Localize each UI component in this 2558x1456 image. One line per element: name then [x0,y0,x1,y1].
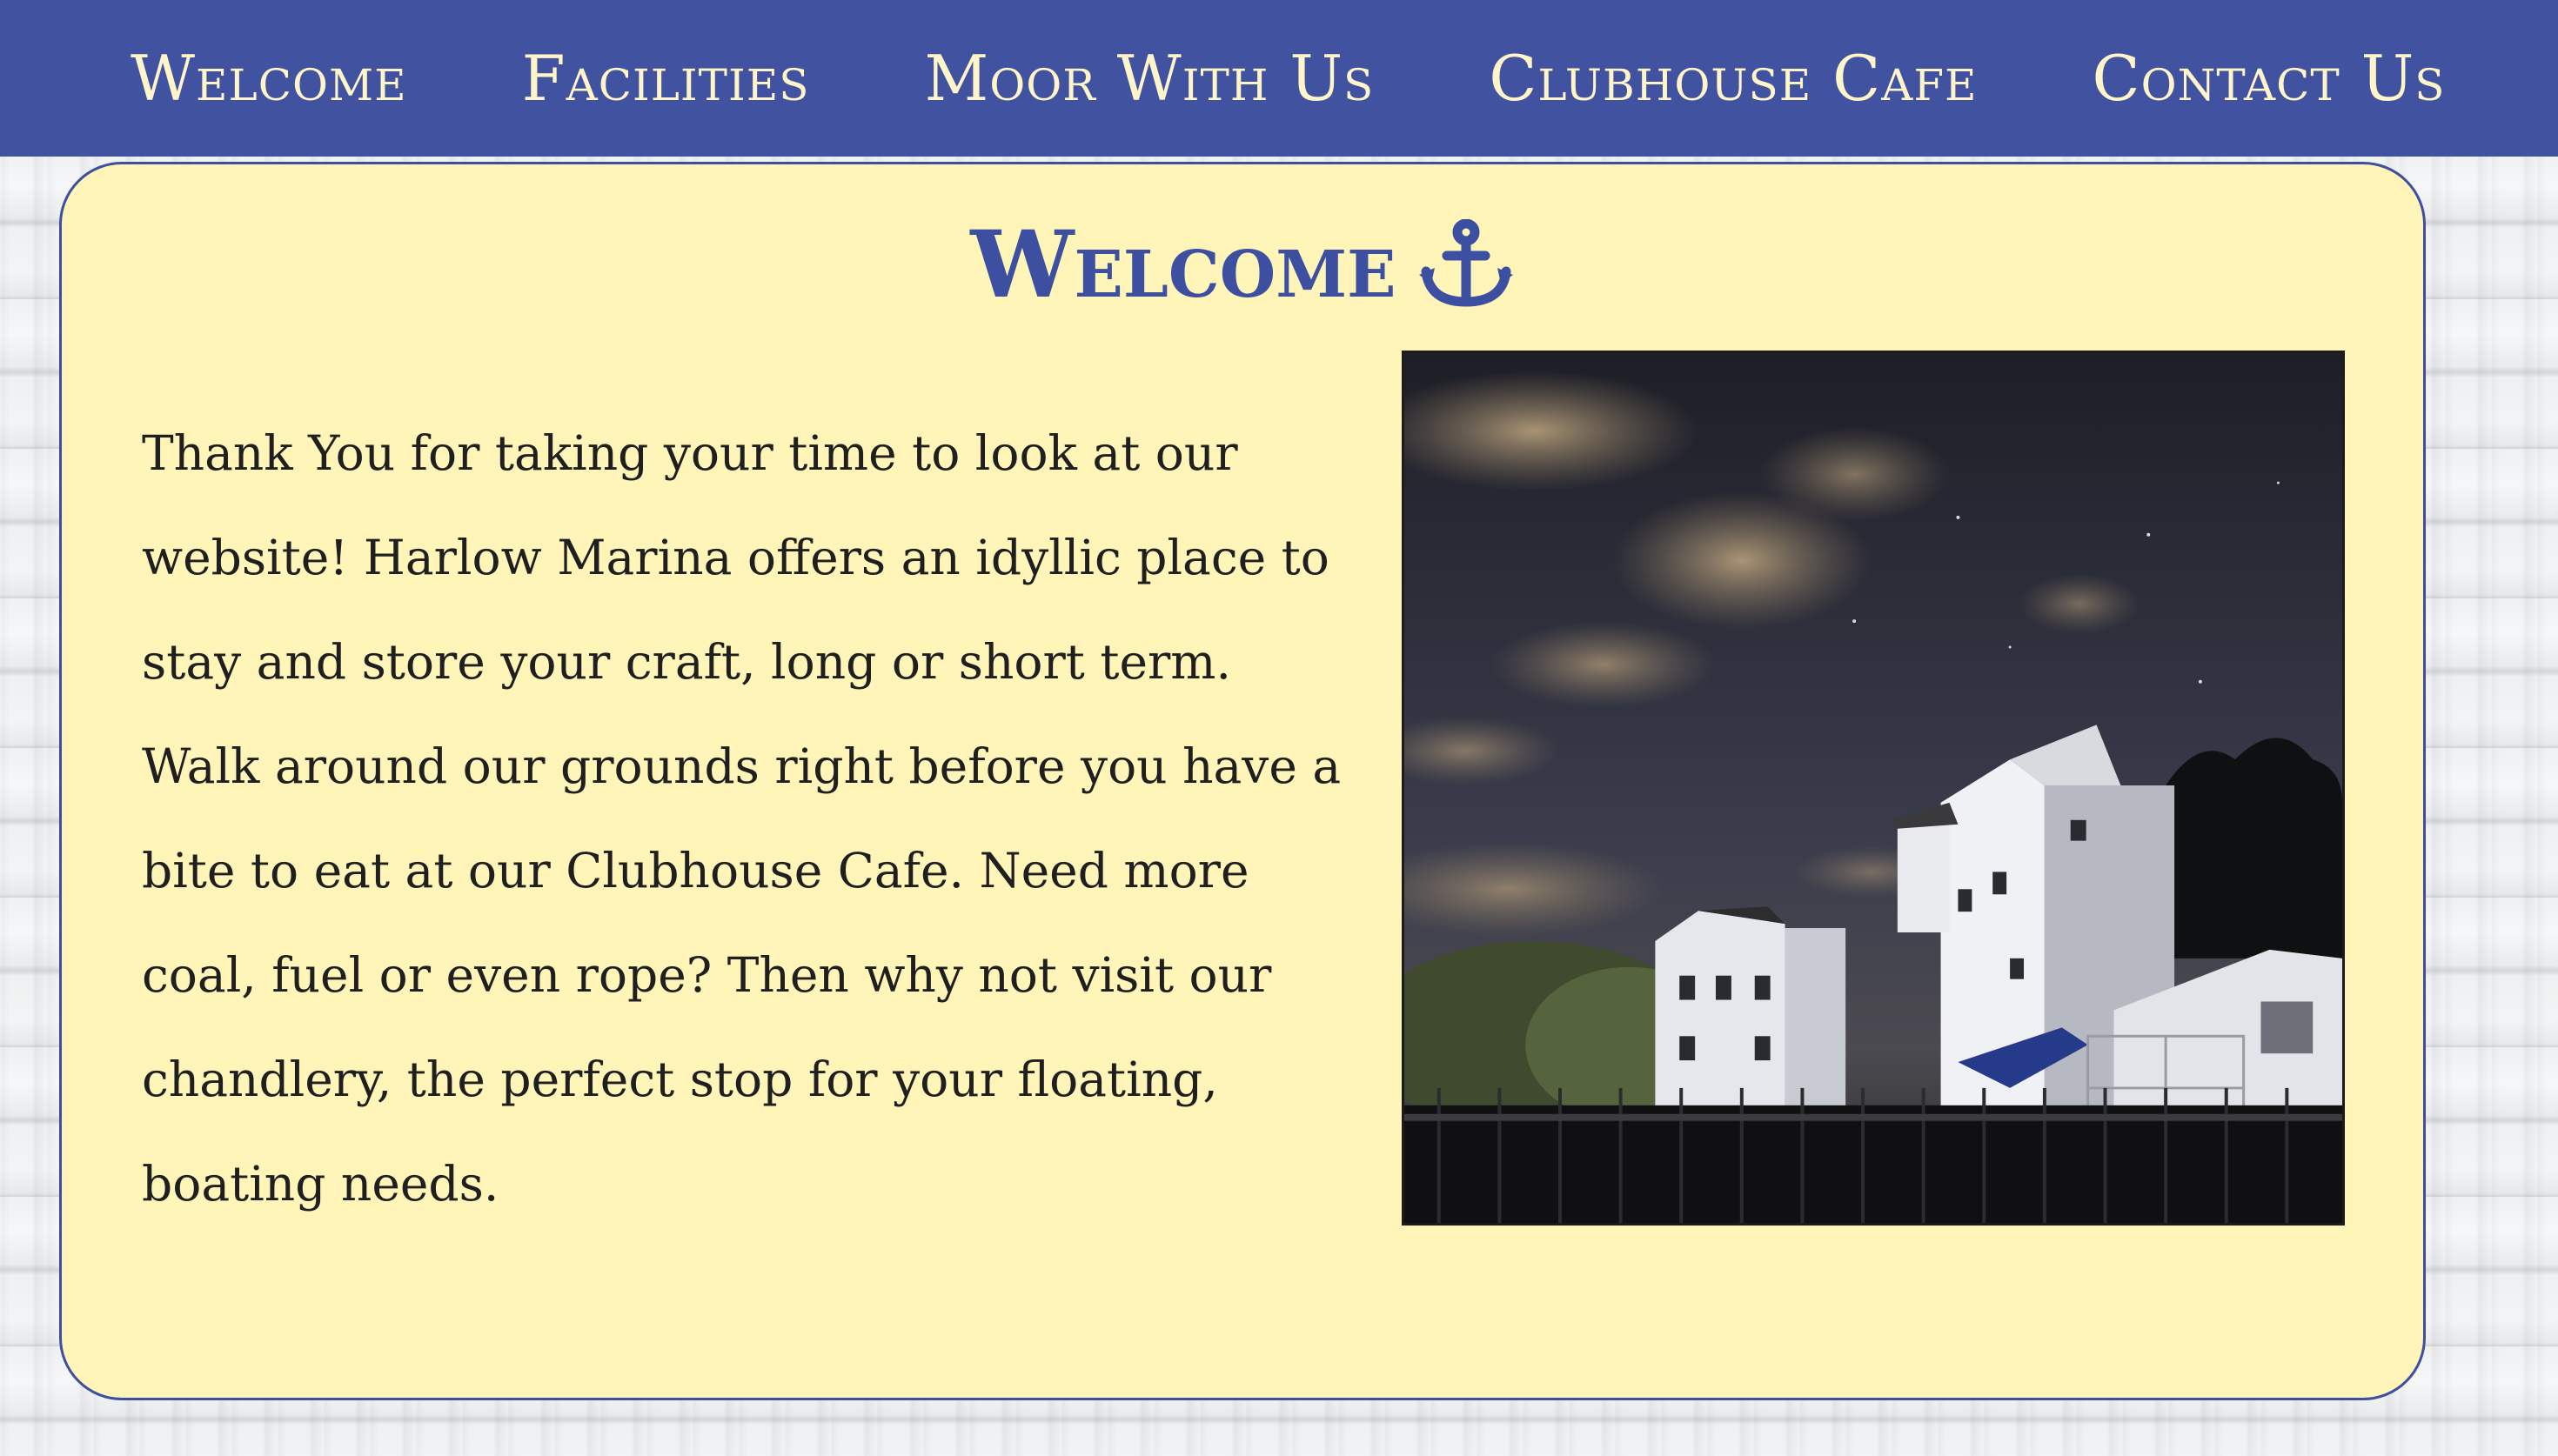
marina-night-photo [1402,351,2345,1226]
nav-item-clubhouse-cafe[interactable]: Clubhouse Cafe [1489,42,1977,115]
page-title: Welcome [970,210,1396,318]
anchor-icon [1417,218,1515,310]
nav-item-moor-with-us[interactable]: Moor With Us [925,42,1375,115]
nav-item-facilities[interactable]: Facilities [522,42,810,115]
welcome-panel: Welcome Thank You for taking your time t… [59,162,2426,1400]
main-nav: Welcome Facilities Moor With Us Clubhous… [0,0,2558,157]
nav-item-welcome[interactable]: Welcome [131,42,407,115]
intro-paragraph: Thank You for taking your time to look a… [142,425,1342,1212]
nav-item-contact-us[interactable]: Contact Us [2093,42,2446,115]
page-title-row: Welcome [62,210,2423,318]
